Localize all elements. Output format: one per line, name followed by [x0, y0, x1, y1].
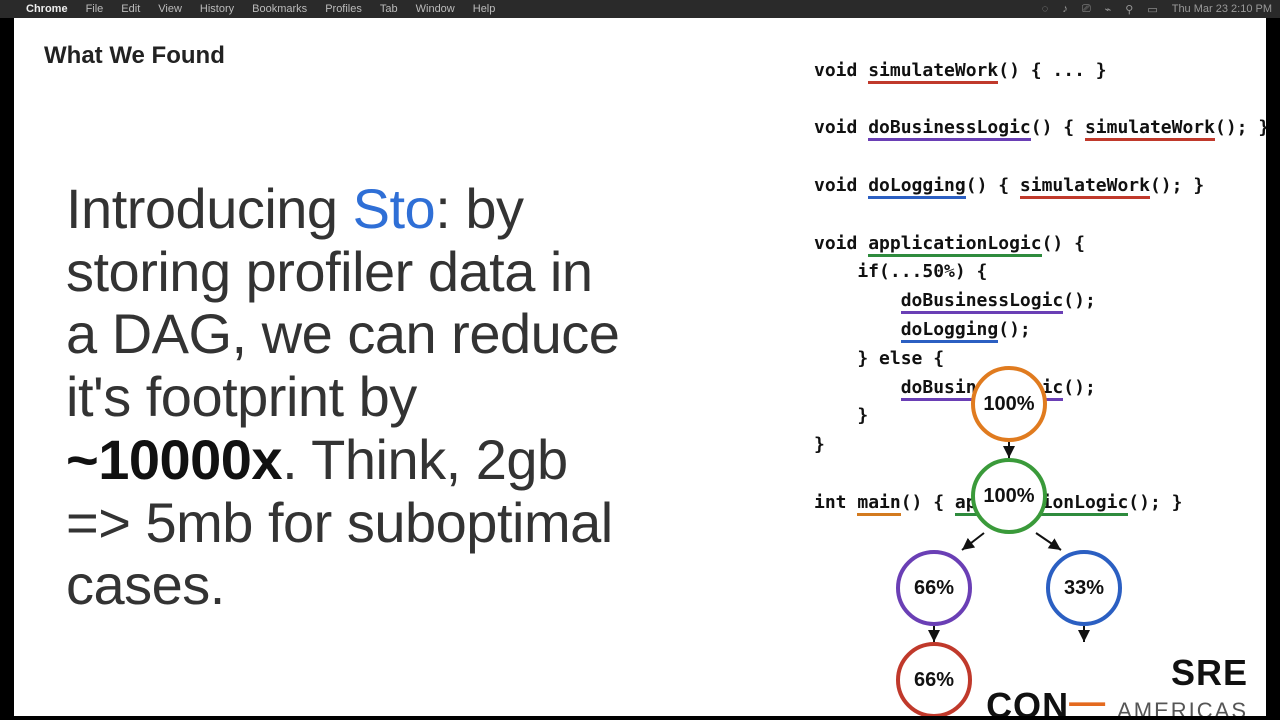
tool-name: Sto: [353, 177, 436, 240]
code-tok: ();: [1063, 290, 1096, 311]
call-dologging: doLogging: [901, 319, 999, 343]
code-tok: (); }: [1215, 117, 1266, 138]
code-tok: (); }: [1150, 175, 1204, 196]
menubar-app[interactable]: Chrome: [26, 3, 68, 15]
menu-tab[interactable]: Tab: [380, 3, 398, 15]
fn-dobusinesslogic: doBusinessLogic: [868, 117, 1031, 141]
fn-applicationlogic: applicationLogic: [868, 233, 1041, 257]
code-tok: () {: [966, 175, 1020, 196]
call-simulatework: simulateWork: [1085, 117, 1215, 141]
dag-node-business: 66%: [896, 550, 972, 626]
status-icon[interactable]: ⌁: [1105, 3, 1112, 16]
code-tok: () {: [1042, 233, 1085, 254]
slide-title: What We Found: [44, 42, 225, 70]
body-text: Introducing: [66, 177, 353, 240]
code-tok: [814, 290, 901, 311]
wifi-icon[interactable]: ⚲: [1125, 3, 1133, 16]
call-dobusinesslogic: doBusinessLogic: [901, 290, 1064, 314]
code-tok: void: [814, 175, 868, 196]
code-tok: void: [814, 233, 868, 254]
macos-menubar: Chrome File Edit View History Bookmarks …: [0, 0, 1280, 18]
dag-node-simwork: 66%: [896, 642, 972, 716]
code-tok: void: [814, 60, 868, 81]
menu-history[interactable]: History: [200, 3, 234, 15]
battery-icon[interactable]: ▭: [1147, 3, 1157, 16]
fn-dologging: doLogging: [868, 175, 966, 199]
code-tok: if(...50%) {: [814, 261, 987, 282]
code-tok: [814, 319, 901, 340]
menu-help[interactable]: Help: [473, 3, 496, 15]
menu-window[interactable]: Window: [416, 3, 455, 15]
fn-simulatework: simulateWork: [868, 60, 998, 84]
logo-line2: CON— AMERICAS: [986, 690, 1248, 716]
window-frame: Chrome File Edit View History Bookmarks …: [0, 0, 1280, 720]
menu-bookmarks[interactable]: Bookmarks: [252, 3, 307, 15]
code-tok: () {: [1031, 117, 1085, 138]
code-tok: void: [814, 117, 868, 138]
menu-file[interactable]: File: [86, 3, 104, 15]
menu-edit[interactable]: Edit: [121, 3, 140, 15]
dag-node-applogic: 100%: [971, 458, 1047, 534]
slide-body: Introducing Sto: by storing profiler dat…: [66, 178, 626, 617]
srecon-logo: SRE CON— AMERICAS: [986, 657, 1248, 716]
dag-node-logging: 33%: [1046, 550, 1122, 626]
status-icon[interactable]: ⎚: [1082, 3, 1091, 16]
code-tok: () { ... }: [998, 60, 1106, 81]
dag-node-main: 100%: [971, 366, 1047, 442]
clock: Thu Mar 23 2:10 PM: [1172, 3, 1272, 15]
menu-profiles[interactable]: Profiles: [325, 3, 362, 15]
code-tok: ();: [998, 319, 1031, 340]
logo-region: AMERICAS: [1117, 698, 1248, 716]
menu-view[interactable]: View: [158, 3, 182, 15]
status-icon[interactable]: ♪: [1062, 3, 1068, 15]
emphasis-factor: ~10000x: [66, 428, 282, 491]
call-simulatework: simulateWork: [1020, 175, 1150, 199]
status-icon[interactable]: ◌: [1042, 3, 1049, 15]
presentation-slide: What We Found Introducing Sto: by storin…: [14, 18, 1266, 716]
